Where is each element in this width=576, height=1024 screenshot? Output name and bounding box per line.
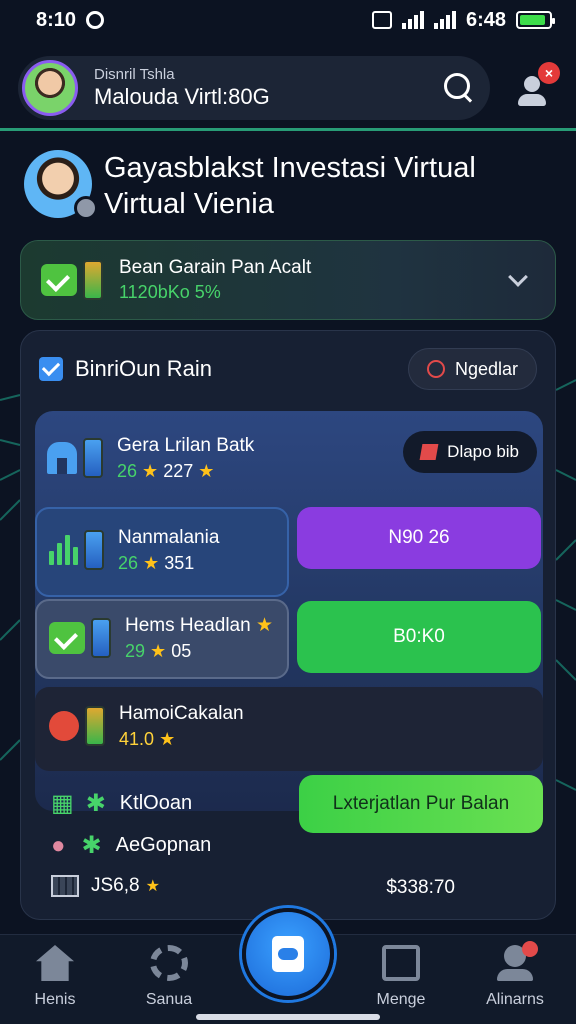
main-panel: BinriOun Rain Ngedlar Gera Lrilan Batk 2… [20,330,556,920]
bank-name: Gera Lrilan Batk [117,435,255,456]
gear-icon [150,945,188,981]
record-icon [426,360,445,378]
item-value: 41.0 [119,728,155,749]
battery-icon [516,11,555,29]
nav-label: Sanua [145,991,193,1008]
profile-avatar[interactable] [24,150,98,220]
bank-card: Gera Lrilan Batk 26 ★ 227 ★ Dlapo bib Na… [35,411,543,811]
status-clock: 6:48 [465,8,506,31]
bank-value-b: 227 [163,460,194,481]
signal-icon [401,11,424,29]
phone-icon [85,705,105,746]
list-item[interactable]: HamoiCakalan 41.0 ★ [35,687,543,771]
robot-icon [49,710,79,741]
leaf-icon: ✱ [81,832,102,859]
nav-label: Menge [376,991,426,1008]
star-icon: ★ [142,460,159,481]
list-item[interactable]: Nanmalania 26 ★ 351 [35,507,289,597]
chart-icon [49,534,78,565]
earnings-card[interactable]: Bean Garain Pan Acalt 1120bKo 5% [20,240,556,320]
page-title: Gayasblakst Investasi Virtual Virtual Vi… [104,152,476,220]
star-icon: ★ [198,460,215,481]
search-value: Malouda Virtl:80G [94,83,270,109]
tag-icon [419,444,439,460]
footer-left-value: JS6,8 [91,875,140,896]
star-icon: ★ [145,878,160,895]
checkbox-icon[interactable] [39,357,63,381]
leaf-icon: ✱ [85,790,106,817]
bank-pill-button[interactable]: Dlapo bib [403,431,537,473]
nav-item-profile[interactable]: Alinarns [470,941,560,1009]
item-name: Nanmalania [118,527,220,548]
item-value-a: 26 [118,552,139,573]
nav-item-edit[interactable]: Menge [356,945,446,1009]
list-action-button[interactable]: Lxterjatlan Pur Balan [299,775,543,833]
header-divider [0,128,576,131]
footer-left: JS6,8 ★ [51,875,160,897]
list-item-label: KtlOoan [119,792,193,814]
earnings-value: 1120bKo 5% [119,281,221,302]
search-caption: Disnril Tshla [94,65,175,83]
avatar[interactable] [22,60,78,116]
nav-item-settings[interactable]: Sanua [124,945,214,1009]
home-icon [36,945,74,981]
list-item[interactable]: ● ✱ AeGopnan [51,831,211,860]
item-name: HamoiCakalan [119,703,244,724]
list-item[interactable]: ▦ ✱ KtlOoan [51,789,192,818]
search-bar[interactable]: Disnril Tshla Malouda Virtl:80G [18,56,490,120]
panel-title: BinriOun Rain [75,356,212,381]
item-value-a: 29 [125,640,146,661]
status-time: 8:10 [36,8,77,31]
home-indicator [196,1014,380,1020]
nav-item-home[interactable]: Henis [10,945,100,1009]
phone-icon [83,437,103,478]
phone-icon [83,260,103,300]
list-item-label: AeGopnan [115,834,212,856]
edit-badge-icon [74,196,98,220]
bank-icon [47,441,77,474]
bank-pill-label: Dlapo bib [447,442,519,461]
center-action-button[interactable] [242,908,334,1000]
star-icon: ★ [159,728,176,749]
item-action-button[interactable]: B0:K0 [297,601,541,673]
signal-2-icon [433,11,456,29]
item-action-button[interactable]: N90 26 [297,507,541,569]
star-icon: ★ [255,615,273,636]
ngedlar-label: Ngedlar [454,358,518,379]
gift-icon: ▦ [51,790,74,817]
check-icon [41,264,77,296]
chevron-down-icon[interactable] [508,267,528,287]
nav-label: Henis [34,991,76,1008]
bank-value-a: 26 [117,460,138,481]
earnings-label: Bean Garain Pan Acalt [119,256,312,278]
status-bar: 8:10 6:48 [0,0,576,40]
user-icon [496,941,538,981]
phone-icon [91,617,111,658]
phone-icon [84,529,104,570]
grid-icon [51,875,79,897]
edit-icon [382,945,420,981]
wallet-icon [272,936,304,972]
people-icon: ● [51,831,66,859]
nav-label: Alinarns [486,991,544,1008]
footer-right-value: $338:70 [386,877,455,898]
profile-notification-button[interactable]: × [512,62,562,112]
list-item[interactable]: Hems Headlan ★ 29 ★ 05 [35,599,289,679]
ngedlar-button[interactable]: Ngedlar [407,348,537,390]
item-value-b: 05 [171,640,192,661]
star-icon: ★ [150,640,167,661]
item-value-b: 351 [164,552,195,573]
star-icon: ★ [143,552,160,573]
close-badge-icon: × [538,62,560,84]
check-icon [49,621,85,654]
notification-circle-icon [86,11,105,29]
item-name: Hems Headlan [125,615,251,636]
search-icon[interactable] [442,71,476,105]
screenshot-icon [371,11,392,29]
